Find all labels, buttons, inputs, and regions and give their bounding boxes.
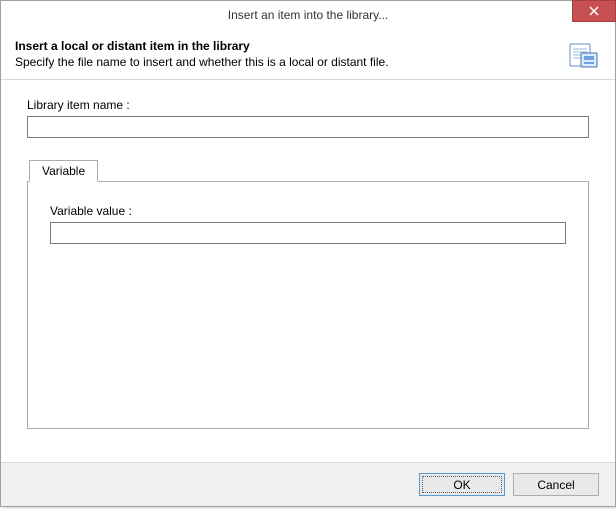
library-item-name-input[interactable] bbox=[27, 116, 589, 138]
cancel-button[interactable]: Cancel bbox=[513, 473, 599, 496]
library-item-name-label: Library item name : bbox=[27, 98, 589, 112]
ok-button[interactable]: OK bbox=[419, 473, 505, 496]
window-title: Insert an item into the library... bbox=[1, 1, 615, 29]
titlebar: Insert an item into the library... bbox=[1, 1, 615, 29]
header-title: Insert a local or distant item in the li… bbox=[15, 39, 601, 53]
header-subtitle: Specify the file name to insert and whet… bbox=[15, 55, 601, 69]
tab-panel-variable: Variable value : bbox=[27, 181, 589, 429]
dialog-footer: OK Cancel bbox=[1, 462, 615, 506]
tab-container: Variable Variable value : bbox=[27, 160, 589, 429]
dialog-header: Insert a local or distant item in the li… bbox=[1, 29, 615, 80]
close-button[interactable] bbox=[572, 0, 616, 22]
dialog-body: Library item name : Variable Variable va… bbox=[1, 80, 615, 429]
tab-variable[interactable]: Variable bbox=[29, 160, 98, 182]
dialog-window: Insert an item into the library... Inser… bbox=[0, 0, 616, 507]
variable-value-input[interactable] bbox=[50, 222, 566, 244]
close-icon bbox=[589, 6, 599, 16]
variable-value-label: Variable value : bbox=[50, 204, 566, 218]
library-icon bbox=[567, 39, 599, 71]
